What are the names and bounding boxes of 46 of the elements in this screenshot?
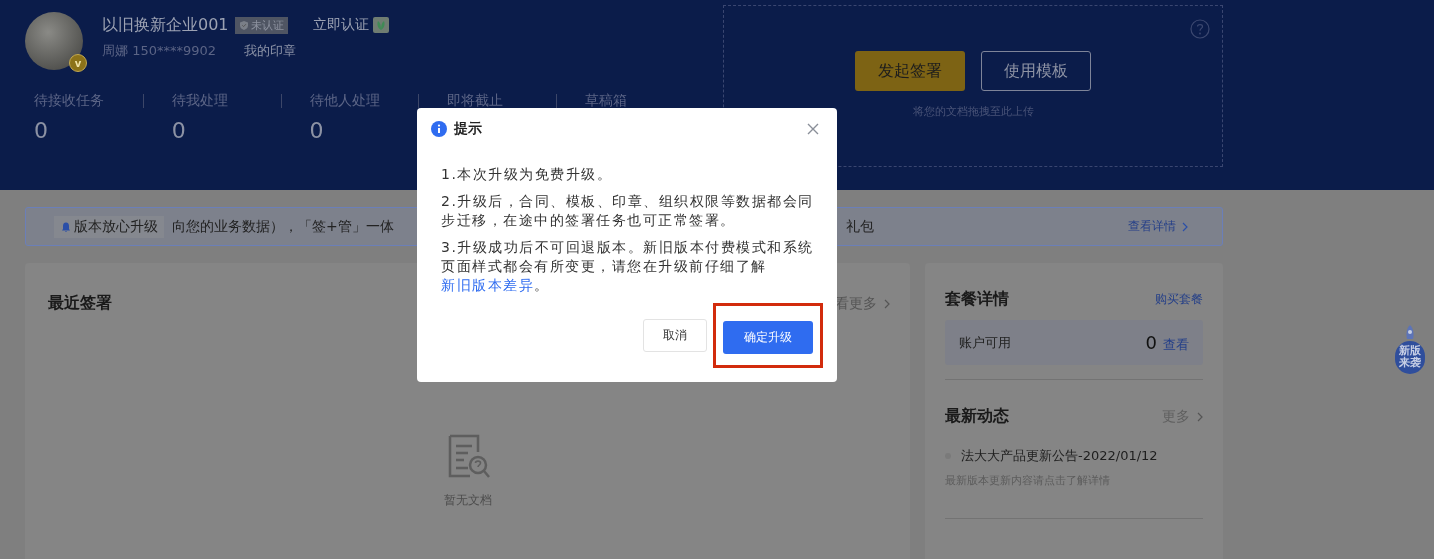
dialog-paragraph: 3.升级成功后不可回退版本。新旧版本付费模式和系统页面样式都会有所变更，请您在升级前仔细了解 新旧版本差异。 (441, 238, 815, 295)
user-info: 周娜 150****9902 (102, 42, 217, 60)
info-icon (431, 121, 447, 137)
certify-link[interactable]: 立即认证 (312, 16, 369, 34)
stat-value: 0 (171, 118, 186, 143)
new-version-badge[interactable]: 新版 来袭 (1387, 325, 1433, 385)
details-link[interactable]: 查看详情 (1128, 218, 1188, 235)
notice-tag: 版本放心升级 (54, 215, 164, 238)
confirm-upgrade-button[interactable]: 确定升级 (723, 321, 813, 354)
stat-label[interactable]: 待接收任务 (34, 92, 104, 110)
card-title: 最新动态 (945, 406, 1009, 427)
view-link[interactable]: 查看 (1163, 335, 1189, 354)
card-title: 套餐详情 (945, 289, 1009, 310)
badge-text: 来袭 (1395, 357, 1425, 374)
help-icon (1190, 19, 1210, 39)
stat-label[interactable]: 待他人处理 (309, 92, 380, 110)
buy-package-link[interactable]: 购买套餐 (1155, 291, 1203, 308)
version-diff-link[interactable]: 新旧版本差异 (441, 277, 534, 293)
notice-text: 向您的业务数据），「签+管」一体 (172, 217, 394, 236)
shield-icon (238, 19, 249, 31)
notice-text: 礼包 (845, 217, 874, 236)
news-title[interactable]: 法大大产品更新公告-2022/01/12 (961, 447, 1158, 465)
card-title: 最近签署 (48, 293, 112, 314)
bell-icon (60, 220, 72, 233)
chevron-right-icon (1196, 411, 1203, 422)
stat-value: 0 (309, 118, 324, 143)
chevron-right-icon (883, 298, 890, 309)
cancel-button[interactable]: 取消 (643, 319, 707, 352)
chevron-right-icon (1181, 221, 1188, 232)
account-count: 0 (1145, 331, 1157, 353)
dialog-title: 提示 (454, 120, 482, 138)
template-button[interactable]: 使用模板 (981, 51, 1091, 91)
start-signing-button[interactable]: 发起签署 (855, 51, 965, 91)
dialog-paragraph: 2.升级后，合同、模板、印章、组织权限等数据都会同步迁移，在途中的签署任务也可正常签署。 (441, 192, 815, 230)
dialog-paragraph: 1.本次升级为免费升级。 (441, 165, 614, 184)
seal-link[interactable]: 我的印章 (244, 42, 297, 60)
vip-badge: v (69, 54, 87, 72)
stat-label[interactable]: 待我处理 (171, 92, 228, 110)
stat-value: 0 (34, 118, 48, 143)
stat-label[interactable]: 草稿箱 (585, 92, 628, 110)
close-icon (807, 123, 819, 135)
rocket-icon (1403, 325, 1417, 341)
stat-label[interactable]: 即将截止 (447, 92, 504, 110)
badge-text: 新版 (1395, 341, 1425, 357)
company-name: 以旧换新企业001 (102, 14, 229, 36)
account-label: 账户可用 (959, 333, 1011, 352)
